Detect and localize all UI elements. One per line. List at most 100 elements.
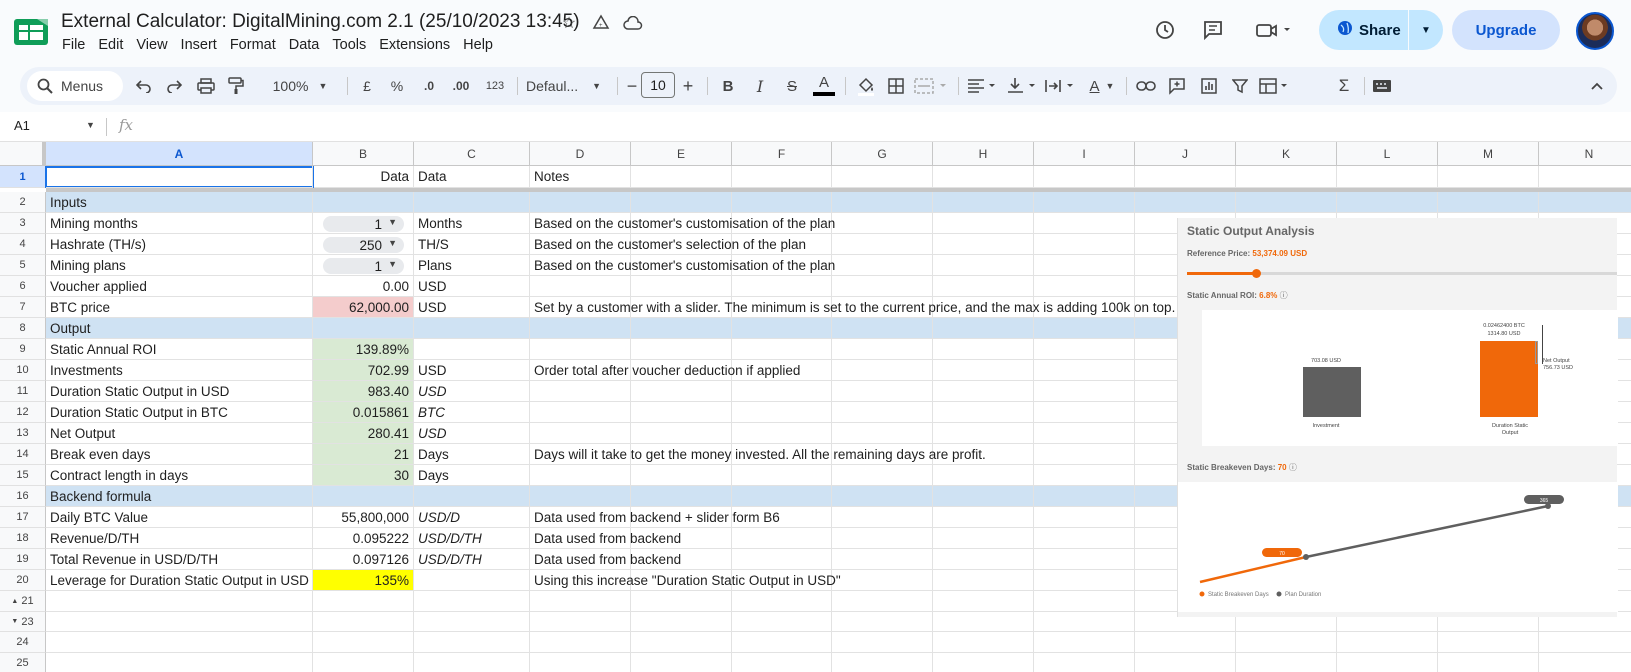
cell-n1[interactable] xyxy=(1539,166,1631,188)
cell-d10[interactable]: Order total after voucher deduction if a… xyxy=(530,360,800,381)
cell-d2[interactable] xyxy=(530,192,631,213)
functions-icon[interactable]: Σ xyxy=(1332,67,1356,105)
cell-a13[interactable]: Net Output xyxy=(46,423,313,444)
cell-a23[interactable] xyxy=(46,612,313,632)
cell-e2[interactable] xyxy=(631,192,732,213)
move-to-folder-icon[interactable]: + xyxy=(591,13,611,33)
row-header-10[interactable]: 10 xyxy=(0,360,46,381)
cell-d5[interactable]: Based on the customer's customisation of… xyxy=(530,255,835,276)
cell-d15[interactable] xyxy=(530,465,631,486)
font-size-input[interactable]: 10 xyxy=(641,72,675,98)
upgrade-button[interactable]: Upgrade xyxy=(1452,10,1560,50)
cell-e1[interactable] xyxy=(631,166,732,188)
cell-m2[interactable] xyxy=(1438,192,1539,213)
cell-c17[interactable]: USD/D xyxy=(414,507,530,528)
cell-e8[interactable] xyxy=(631,318,732,339)
format-percent-button[interactable]: % xyxy=(387,67,407,105)
cell-d6[interactable] xyxy=(530,276,631,297)
cell-g16[interactable] xyxy=(832,486,933,507)
cell-a16[interactable]: Backend formula xyxy=(46,486,313,507)
cell-i15[interactable] xyxy=(1034,465,1135,486)
cell-b14[interactable]: 21 xyxy=(313,444,414,465)
cell-b20[interactable]: 135% xyxy=(313,570,414,591)
version-history-icon[interactable] xyxy=(1150,15,1180,45)
format-currency-button[interactable]: £ xyxy=(357,67,377,105)
column-header-b[interactable]: B xyxy=(313,142,414,166)
cell-h11[interactable] xyxy=(933,381,1034,402)
cell-b6[interactable]: 0.00 xyxy=(313,276,414,297)
cell-g8[interactable] xyxy=(832,318,933,339)
cell-a6[interactable]: Voucher applied xyxy=(46,276,313,297)
increase-font-size-icon[interactable]: + xyxy=(680,67,696,105)
font-family-select[interactable]: Defaul... ▼ xyxy=(526,67,608,105)
fill-color-icon[interactable] xyxy=(854,67,878,105)
row-header-14[interactable]: 14 xyxy=(0,444,46,465)
menu-tools[interactable]: Tools xyxy=(332,37,374,53)
cell-f25[interactable] xyxy=(732,653,832,672)
cell-h17[interactable] xyxy=(933,507,1034,528)
cell-i23[interactable] xyxy=(1034,612,1135,632)
cell-f15[interactable] xyxy=(732,465,832,486)
cell-j25[interactable] xyxy=(1135,653,1236,672)
cell-d13[interactable] xyxy=(530,423,631,444)
document-title[interactable]: External Calculator: DigitalMining.com 2… xyxy=(61,11,580,33)
cell-h18[interactable] xyxy=(933,528,1034,549)
row-header-24[interactable]: 24 xyxy=(0,632,46,653)
cell-f23[interactable] xyxy=(732,612,832,632)
cell-c24[interactable] xyxy=(414,632,530,653)
cell-i24[interactable] xyxy=(1034,632,1135,653)
cell-i16[interactable] xyxy=(1034,486,1135,507)
cell-e25[interactable] xyxy=(631,653,732,672)
cell-h8[interactable] xyxy=(933,318,1034,339)
column-header-g[interactable]: G xyxy=(832,142,933,166)
undo-icon[interactable] xyxy=(132,67,156,105)
cell-d21[interactable] xyxy=(530,591,631,612)
cell-i21[interactable] xyxy=(1034,591,1135,612)
zoom-select[interactable]: 100% ▼ xyxy=(260,67,340,105)
cell-d1[interactable]: Notes xyxy=(530,166,631,188)
redo-icon[interactable] xyxy=(162,67,186,105)
row-header-20[interactable]: 20 xyxy=(0,570,46,591)
cell-b9[interactable]: 139.89% xyxy=(313,339,414,360)
cell-k25[interactable] xyxy=(1236,653,1337,672)
row-header-15[interactable]: 15 xyxy=(0,465,46,486)
cell-l2[interactable] xyxy=(1337,192,1438,213)
cell-c1[interactable]: Data xyxy=(414,166,530,188)
print-icon[interactable] xyxy=(194,67,218,105)
cell-b15[interactable]: 30 xyxy=(313,465,414,486)
insert-comment-icon[interactable] xyxy=(1165,67,1189,105)
cell-d7[interactable]: Set by a customer with a slider. The min… xyxy=(530,297,1175,318)
row-group-collapse-icon[interactable]: ▲ xyxy=(11,598,18,605)
cell-d20[interactable]: Using this increase "Duration Static Out… xyxy=(530,570,841,591)
cell-i20[interactable] xyxy=(1034,570,1135,591)
cell-a12[interactable]: Duration Static Output in BTC xyxy=(46,402,313,423)
cell-c16[interactable] xyxy=(414,486,530,507)
dropdown-chip[interactable]: 1 ▼ xyxy=(323,216,404,232)
cell-k1[interactable] xyxy=(1236,166,1337,188)
cell-h2[interactable] xyxy=(933,192,1034,213)
cell-m25[interactable] xyxy=(1438,653,1539,672)
collapse-menus-icon[interactable] xyxy=(1585,67,1609,105)
cell-i11[interactable] xyxy=(1034,381,1135,402)
cell-c11[interactable]: USD xyxy=(414,381,530,402)
cell-a17[interactable]: Daily BTC Value xyxy=(46,507,313,528)
cell-a20[interactable]: Leverage for Duration Static Output in U… xyxy=(46,570,313,591)
column-header-n[interactable]: N xyxy=(1539,142,1631,166)
cell-b23[interactable] xyxy=(313,612,414,632)
row-header-25[interactable]: 25 xyxy=(0,653,46,672)
cell-h15[interactable] xyxy=(933,465,1034,486)
cell-f8[interactable] xyxy=(732,318,832,339)
cell-a1[interactable] xyxy=(46,166,313,188)
cell-f19[interactable] xyxy=(732,549,832,570)
row-header-16[interactable]: 16 xyxy=(0,486,46,507)
text-wrapping-icon[interactable] xyxy=(1044,67,1080,105)
cell-g18[interactable] xyxy=(832,528,933,549)
menu-help[interactable]: Help xyxy=(463,37,501,53)
row-header-23[interactable]: 23 ▼ xyxy=(0,612,46,632)
cell-g15[interactable] xyxy=(832,465,933,486)
comments-icon[interactable] xyxy=(1198,15,1228,45)
cell-f1[interactable] xyxy=(732,166,832,188)
cell-h23[interactable] xyxy=(933,612,1034,632)
italic-button[interactable]: I xyxy=(748,67,772,105)
cell-b19[interactable]: 0.097126 xyxy=(313,549,414,570)
